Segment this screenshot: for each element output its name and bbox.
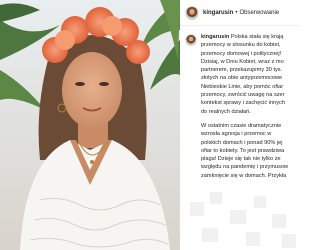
caption-line: kontekst sprawy i zachęcić innych	[201, 100, 285, 107]
caption-line: ofiar to kobiety. To jest prawdziwa	[201, 147, 285, 154]
username-link[interactable]: kingarusin	[203, 10, 233, 16]
caption-line: partnerem, przekazujemy 30 tys.	[201, 67, 283, 74]
woman-portrait-image	[0, 0, 180, 250]
caption-line: Niebieskie Linie, aby pomóc ofiar	[201, 83, 284, 90]
caption-line: zamknięcie się w domach. Przykła	[201, 172, 287, 179]
caption-line: przemocy domowej i politycznej!	[201, 50, 282, 57]
avatar[interactable]	[185, 5, 199, 20]
caption-line: względu na pandemię i przymusow	[201, 164, 289, 171]
caption-line: do realnych działań.	[201, 108, 251, 115]
caption-line: Dzisiaj, w Dniu Kobiet, wraz z mo	[201, 58, 284, 65]
caption-paragraph-2: W ostatnim czasie dramatycznie wzrosła a…	[201, 122, 288, 180]
post-header: kingarusin • Obserwowanie	[180, 0, 300, 26]
caption-line: polskich domach i ponad 90% jej	[201, 139, 283, 146]
post-photo[interactable]	[0, 0, 180, 250]
following-button[interactable]: Obserwowanie	[239, 10, 279, 16]
caption-text: kingarusin Polska stała się krają przemo…	[201, 33, 288, 180]
caption-line: wzrosła agresja i przemoc w	[201, 131, 272, 138]
caption-avatar[interactable]	[185, 34, 197, 46]
post-caption: kingarusin Polska stała się krają przemo…	[185, 33, 300, 180]
caption-line: Polska stała się krają	[230, 34, 284, 40]
caption-line: plaga! Dzieje się tak nie tylko ze	[201, 156, 281, 163]
caption-line: W ostatnim czasie dramatycznie	[201, 122, 282, 129]
caption-line: złotych na obie antyprzemocowe	[201, 75, 283, 82]
caption-username[interactable]: kingarusin	[201, 34, 229, 40]
separator-dot: •	[235, 9, 238, 16]
pixel-mosaic-overlay	[190, 192, 300, 250]
caption-line: przemocy w stosunku do kobiet,	[201, 42, 281, 49]
caption-line: przemocy, zwrócić uwagę na szer	[201, 92, 285, 99]
